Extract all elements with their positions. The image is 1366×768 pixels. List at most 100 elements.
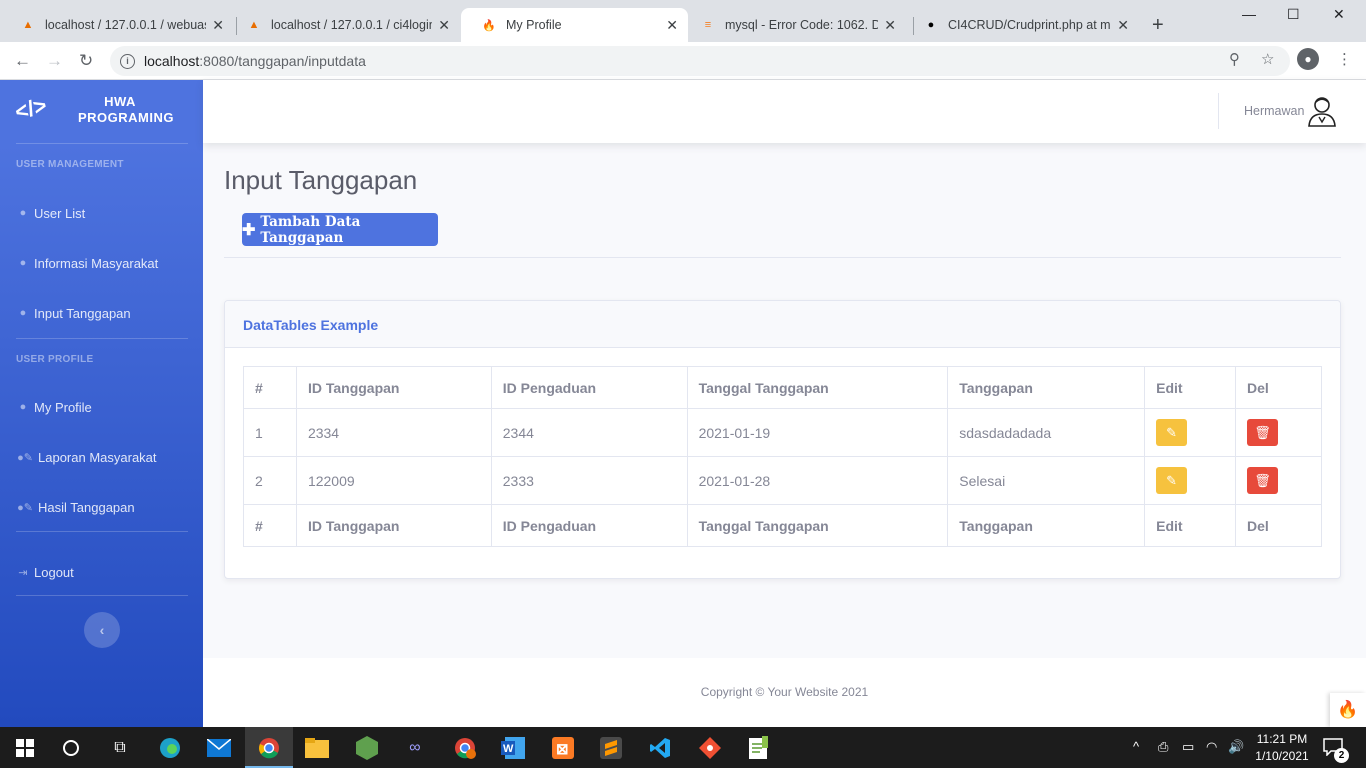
back-arrow-icon[interactable]: ← (14, 51, 31, 71)
windows-start-icon[interactable] (12, 735, 38, 761)
phpmyadmin-icon: ▲ (22, 19, 34, 31)
minimize-icon[interactable]: — (1242, 6, 1256, 22)
notepad-plus-plus-icon[interactable] (746, 735, 772, 761)
browser-tab-5[interactable]: ● CI4CRUD/Crudprint.php at ma ✕ (903, 8, 1139, 42)
window-close-icon[interactable]: ✕ (1333, 6, 1345, 23)
address-bar[interactable]: i localhost:8080/tanggapan/inputdata (110, 46, 1290, 76)
git-icon[interactable] (697, 735, 723, 761)
sidebar-item-input-tanggapan[interactable]: ● Input Tanggapan (16, 303, 188, 323)
close-tab-icon[interactable]: ✕ (1117, 17, 1129, 34)
close-tab-icon[interactable]: ✕ (884, 17, 896, 34)
battery-icon[interactable]: ▭ (1182, 739, 1194, 755)
datatable-card: DataTables Example # ID Tanggapan ID Pen… (224, 300, 1341, 579)
svg-text:W: W (503, 743, 514, 755)
show-hidden-icons-chevron-icon[interactable]: ^ (1133, 739, 1139, 754)
column-header[interactable]: Tanggapan (947, 366, 1146, 409)
wifi-icon[interactable]: ◠ (1206, 739, 1217, 755)
xampp-icon[interactable]: ⊠ (550, 735, 576, 761)
user-icon: ● (19, 401, 27, 413)
forward-arrow-icon[interactable]: → (46, 51, 63, 71)
profile-avatar-icon[interactable]: ● (1297, 48, 1319, 70)
new-tab-icon[interactable]: + (1152, 15, 1164, 35)
page-title: Input Tanggapan (224, 165, 418, 195)
sidebar-item-informasi-masyarakat[interactable]: ● Informasi Masyarakat (16, 253, 188, 273)
edit-button[interactable]: ✎ (1156, 467, 1188, 494)
column-header[interactable]: ID Tanggapan (295, 366, 492, 409)
row-number: 1 (243, 408, 297, 457)
mail-icon[interactable] (206, 735, 232, 761)
user-edit-icon: ●✎ (17, 501, 33, 514)
tanggal-cell: 2021-01-19 (686, 408, 949, 457)
browser-toolbar: ← → ↻ i localhost:8080/tanggapan/inputda… (0, 42, 1366, 80)
task-view-icon[interactable]: ⧉ (107, 735, 133, 761)
sidebar-item-my-profile[interactable]: ● My Profile (16, 397, 188, 417)
sidebar-toggle-button[interactable]: ‹ (84, 612, 120, 648)
column-header[interactable]: Edit (1144, 366, 1237, 409)
user-icon: ● (19, 307, 27, 319)
tanggapan-cell: Selesai (947, 456, 1146, 505)
close-tab-icon[interactable]: ✕ (438, 17, 450, 34)
system-clock[interactable]: 11:21 PM 1/10/2021 (1252, 731, 1312, 765)
column-header[interactable]: # (243, 366, 297, 409)
sidebar-item-hasil-tanggapan[interactable]: ●✎ Hasil Tanggapan (16, 497, 188, 517)
file-explorer-icon[interactable] (304, 735, 330, 761)
delete-button[interactable]: 🗑 (1247, 419, 1279, 446)
column-footer: Del (1235, 504, 1322, 547)
content-divider (224, 257, 1341, 258)
infinity-app-icon[interactable]: ∞ (402, 735, 428, 761)
user-icon: ● (19, 257, 27, 269)
word-icon[interactable]: W (500, 735, 526, 761)
menu-kebab-icon[interactable]: ⋮ (1337, 50, 1352, 68)
plus-icon: ✚ (242, 220, 256, 239)
sidebar-item-laporan-masyarakat[interactable]: ●✎ Laporan Masyarakat (16, 447, 188, 467)
browser-tab-4[interactable]: ≡ mysql - Error Code: 1062. Dupl ✕ (680, 8, 906, 42)
column-header[interactable]: ID Pengaduan (490, 366, 688, 409)
sidebar-divider (16, 338, 188, 339)
edit-icon: ✎ (1166, 424, 1178, 440)
edit-button[interactable]: ✎ (1156, 419, 1188, 446)
user-name[interactable]: Hermawan (1244, 104, 1304, 118)
column-footer: ID Pengaduan (490, 504, 688, 547)
sidebar-item-user-list[interactable]: ● User List (16, 203, 188, 223)
delete-button[interactable]: 🗑 (1247, 467, 1279, 494)
site-info-icon[interactable]: i (120, 53, 135, 69)
sidebar-brand[interactable]: </> HWA PROGRAMING (0, 80, 203, 142)
column-footer: # (243, 504, 297, 547)
notification-count-badge: 2 (1334, 748, 1349, 763)
maximize-icon[interactable]: ☐ (1287, 6, 1300, 23)
column-header[interactable]: Del (1235, 366, 1322, 409)
table-header-row: # ID Tanggapan ID Pengaduan Tanggal Tang… (243, 366, 1322, 409)
table-row: 2 122009 2333 2021-01-28 Selesai ✎ 🗑 (243, 456, 1322, 505)
zoom-icon[interactable]: ⚲ (1229, 50, 1240, 68)
codeigniter-icon: 🔥 (482, 19, 496, 32)
chrome-profile-icon[interactable] (452, 735, 478, 761)
column-footer: ID Tanggapan (295, 504, 492, 547)
search-icon[interactable] (58, 735, 84, 761)
browser-tab-2[interactable]: ▲ localhost / 127.0.0.1 / ci4login ✕ (226, 8, 460, 42)
network-adapter-icon[interactable]: ⎙ (1158, 739, 1168, 755)
edit-cell: ✎ (1144, 408, 1237, 457)
vscode-icon[interactable] (647, 735, 673, 761)
volume-icon[interactable]: 🔊 (1228, 739, 1244, 755)
browser-tab-1[interactable]: ▲ localhost / 127.0.0.1 / webuasp ✕ (0, 8, 234, 42)
edge-icon[interactable] (157, 735, 183, 761)
browser-tab-strip: ▲ localhost / 127.0.0.1 / webuasp ✕ ▲ lo… (0, 0, 1366, 42)
column-header[interactable]: Tanggal Tanggapan (686, 366, 949, 409)
brand-line-1: HWA (104, 94, 136, 109)
id-tanggapan-cell: 122009 (295, 456, 492, 505)
nodejs-icon[interactable] (354, 735, 380, 761)
bookmark-star-icon[interactable]: ☆ (1261, 50, 1274, 68)
close-tab-icon[interactable]: ✕ (666, 17, 678, 34)
reload-icon[interactable]: ↻ (79, 51, 93, 71)
sublime-text-icon[interactable] (598, 735, 624, 761)
add-tanggapan-button[interactable]: ✚ Tambah Data Tanggapan (242, 213, 438, 246)
chrome-icon[interactable] (256, 735, 282, 761)
sidebar-item-logout[interactable]: ⇥ Logout (16, 562, 188, 582)
browser-tab-3[interactable]: 🔥 My Profile ✕ (461, 8, 688, 42)
codeigniter-debug-toolbar-icon[interactable]: 🔥 (1330, 693, 1366, 727)
svg-text:⊠: ⊠ (556, 741, 569, 758)
id-tanggapan-cell: 2334 (295, 408, 492, 457)
close-tab-icon[interactable]: ✕ (212, 17, 224, 34)
user-avatar-icon[interactable] (1307, 95, 1337, 127)
edit-icon: ✎ (1166, 472, 1178, 488)
